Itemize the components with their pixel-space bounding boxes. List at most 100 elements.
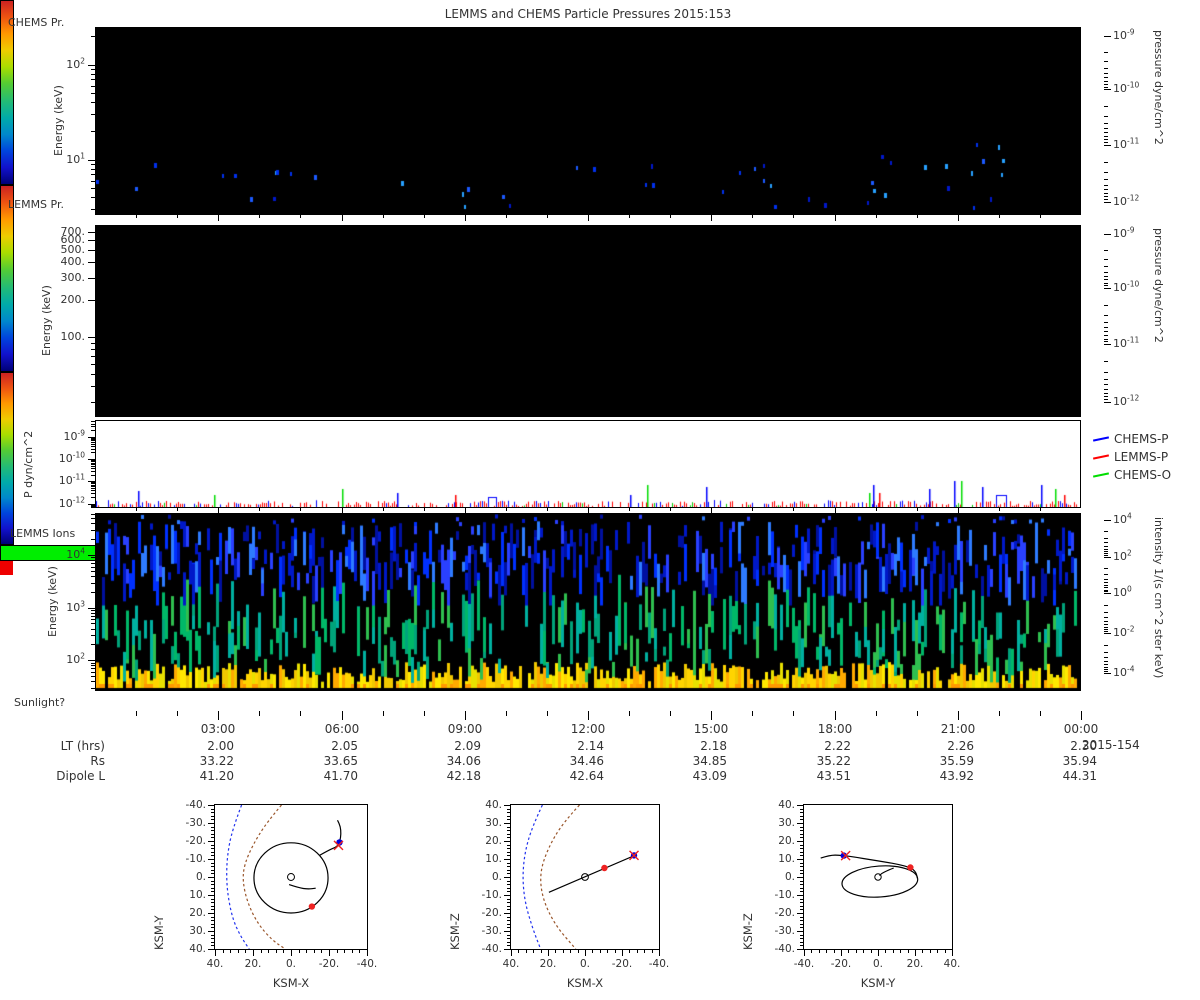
tick-ytick-minor [91,430,95,431]
orbit-yaxis-title: KSM-Y [152,915,166,950]
tick-cbtick-minor [1104,645,1108,646]
tick-cbtick-minor [1104,624,1108,625]
tick-cbtick-minor [1104,193,1108,194]
tick-ytick-minor [91,250,95,251]
tick-orbit-ytick [507,830,510,831]
tick-cbtick-minor [1104,266,1108,267]
tick-cbtick-minor [1104,250,1108,251]
tick-orbit-xtick [253,950,254,956]
tick-orbit-ytick [504,949,510,950]
tick-cbtick-minor [1104,87,1108,88]
tick-ytick-minor [91,518,95,519]
tick-time-axis-tick [835,711,836,720]
tick-orbit-xtick [834,950,835,953]
tick-time-axis-tick [752,711,753,716]
tick-cbtick-minor [1104,335,1108,336]
orbit-xtick-label: 40. [206,958,224,970]
tick-cbtick-minor [1104,605,1108,606]
orbit-ytick-label: 0. [784,871,795,883]
tick-orbit-ytick [507,873,510,874]
tick-orbit-ytick [211,830,214,831]
exponent: -12 [1127,193,1140,203]
tick-cbtick-minor [1104,667,1108,668]
orbit-ytick-label: 30. [778,817,795,829]
tick-ytick-minor [91,197,95,198]
tick-orbit-xtick [230,950,231,953]
tick-cbtick-minor [1104,279,1108,280]
tick-ytick-minor [91,93,95,94]
tick-cbtick-minor [1104,142,1108,143]
tick-orbit-xtick [622,950,623,956]
tick-xtick [876,215,877,218]
tick-orbit-ytick [507,834,510,835]
tick-cbtick-major [1104,593,1111,594]
exponent: 2 [80,56,85,66]
tick-orbit-ytick [800,863,803,864]
tick-ytick-minor [91,440,95,441]
orbit-yaxis-title: KSM-Z [448,913,462,950]
tick-orbit-ytick [800,924,803,925]
tick-orbit-ytick [797,877,803,878]
tick-xtick [506,508,507,511]
tick-ytick-minor [91,343,95,344]
orbit-ytick-label: -20. [481,907,503,919]
colorbar-title-pressure-1: pressure dyne/cm^2 [1152,30,1165,145]
tick-xtick [259,508,260,511]
tick-orbit-xtick [563,950,564,953]
ephemeris-value: 35.22 [816,754,851,768]
tick-orbit-xtick [841,950,842,956]
tick-ytick-minor [91,464,95,465]
tick-ytick-minor [91,475,95,476]
tick-ytick-minor [91,232,95,233]
orbit-ytick-label: -20. [774,907,796,919]
tick-xtick [342,215,343,221]
tick-ytick-minor [91,74,95,75]
ephemeris-value: 2.22 [824,739,851,753]
tick-cbtick-minor [1104,116,1108,117]
ephemeris-value: 42.64 [569,769,604,783]
tick-xtick [300,215,301,218]
tick-xtick [424,215,425,218]
tick-orbit-ytick [504,859,510,860]
tick-cbtick-minor [1104,52,1108,53]
time-tick-label: 06:00 [324,722,360,736]
tick-ytick-minor [91,523,95,524]
orbit-xaxis-title: KSM-X [272,976,310,990]
tick-orbit-xtick [578,950,579,953]
ephemeris-value: 43.92 [939,769,974,783]
tick-ytick-minor [91,468,95,469]
tick-cbtick-minor [1104,136,1108,137]
tick-ytick-minor [91,421,95,422]
tick-orbit-ytick [211,812,214,813]
y-axis-title-lemms: Energy (keV) [40,285,53,357]
tick-orbit-ytick [800,906,803,907]
tick-ytick-minor [91,619,95,620]
orbit-ytick-label: -40. [481,943,503,955]
tick-orbit-xtick [314,950,315,953]
tick-ytick-minor [91,488,95,489]
legend-label-chems-o: CHEMS-O [1114,468,1172,482]
tick-orbit-xtick [329,950,330,956]
tick-xtick [752,508,753,511]
ephemeris-value: 2.14 [577,739,604,753]
tick-ytick-minor [91,446,95,447]
tick-orbit-ytick [800,870,803,871]
orbit-yaxis-title: KSM-Z [741,913,755,950]
exponent: -12 [1127,393,1140,403]
tick-orbit-ytick [800,816,803,817]
tick-xtick [383,215,384,218]
tick-ytick-minor [91,485,95,486]
exponent: -10 [1127,279,1140,289]
tick-xtick [547,508,548,511]
tick-orbit-ytick [507,884,510,885]
tick-ytick-minor [91,262,95,263]
orbit-xaxis-title: KSM-Y [860,976,896,990]
tick-orbit-ytick [800,855,803,856]
tick-orbit-xtick [268,950,269,953]
tick-time-axis-tick [588,711,589,720]
tick-cbtick-minor [1104,531,1108,532]
tick-orbit-ytick [208,895,214,896]
tick-cbtick-minor [1104,172,1108,173]
exponent: 2 [1127,548,1132,558]
tick-orbit-ytick [800,812,803,813]
